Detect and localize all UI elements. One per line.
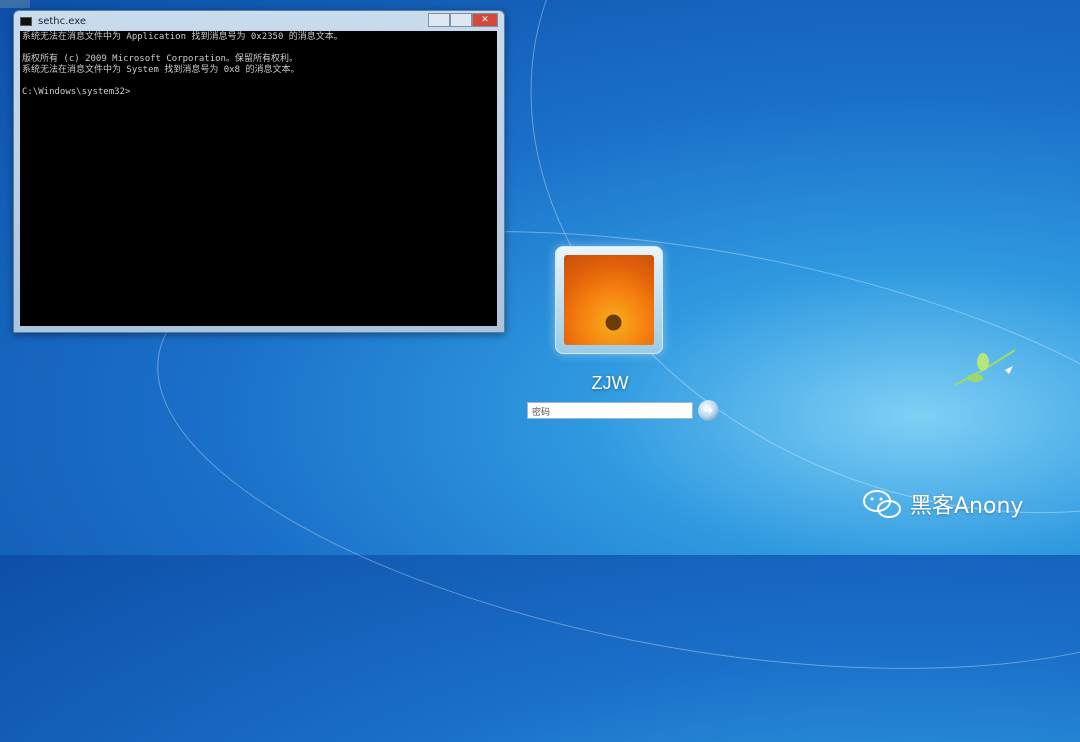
console-line: 系统无法在消息文件中为 System 找到消息号为 0x8 的消息文本。 [22, 65, 300, 75]
cmd-window[interactable]: sethc.exe ✕ 系统无法在消息文件中为 Application 找到消息… [13, 10, 505, 333]
close-button[interactable]: ✕ [472, 13, 498, 27]
maximize-button[interactable] [450, 13, 472, 27]
console-output[interactable]: 系统无法在消息文件中为 Application 找到消息号为 0x2350 的消… [20, 31, 497, 326]
console-line: 系统无法在消息文件中为 Application 找到消息号为 0x2350 的消… [22, 32, 343, 42]
wallpaper-bird-branch-icon [955, 349, 1015, 386]
cmd-icon [20, 16, 32, 26]
wechat-icon [863, 490, 901, 518]
console-prompt: C:\Windows\system32> [22, 87, 131, 97]
console-line: 版权所有 (c) 2009 Microsoft Corporation。保留所有… [22, 54, 298, 64]
user-avatar[interactable] [555, 246, 663, 354]
desktop-corner-artifact [0, 0, 30, 8]
username: ZJW [591, 373, 629, 393]
minimize-button[interactable] [428, 13, 450, 27]
submit-arrow-button[interactable]: ➜ [698, 400, 719, 421]
cmd-title: sethc.exe [38, 15, 87, 27]
password-input[interactable]: 密码 [527, 402, 693, 419]
watermark: 黑客Anony [862, 488, 1023, 520]
watermark-text: 黑客Anony [910, 494, 1024, 519]
flower-picture [564, 255, 654, 345]
